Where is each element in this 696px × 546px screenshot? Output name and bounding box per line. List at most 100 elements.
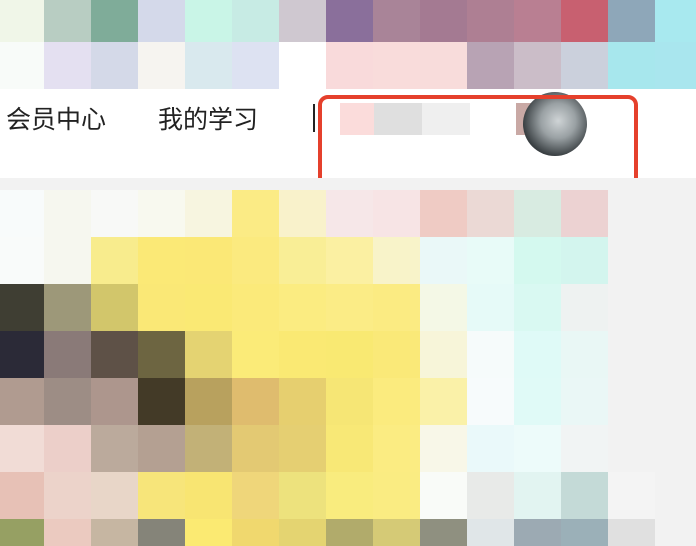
content-tile xyxy=(373,519,420,546)
content-tile xyxy=(232,190,279,237)
content-tile xyxy=(467,237,514,284)
content-tile xyxy=(514,331,561,378)
banner-tile xyxy=(467,0,514,42)
content-tile xyxy=(138,378,185,425)
banner-tile xyxy=(373,42,420,89)
content-tile xyxy=(608,519,655,546)
banner-tile xyxy=(326,0,373,42)
banner-tile xyxy=(655,42,696,89)
nav-divider xyxy=(313,104,315,132)
content-tile xyxy=(44,472,91,519)
banner-tile xyxy=(185,0,232,42)
content-tile xyxy=(514,190,561,237)
content-tile xyxy=(0,331,44,378)
content-tile xyxy=(44,378,91,425)
content-tile xyxy=(91,284,138,331)
content-tile xyxy=(326,284,373,331)
content-tile xyxy=(91,190,138,237)
content-tile xyxy=(91,519,138,546)
content-tile xyxy=(467,519,514,546)
content-tile xyxy=(467,472,514,519)
content-tile xyxy=(608,378,655,425)
content-tile xyxy=(326,519,373,546)
content-tile xyxy=(608,472,655,519)
content-tile xyxy=(0,472,44,519)
banner-tile xyxy=(608,42,655,89)
content-tile xyxy=(326,425,373,472)
content-tile xyxy=(655,284,696,331)
content-tile xyxy=(467,378,514,425)
content-tile xyxy=(420,378,467,425)
banner-tile xyxy=(514,42,561,89)
content-tile xyxy=(91,378,138,425)
content-tile xyxy=(185,472,232,519)
content-tile xyxy=(44,237,91,284)
content-tile xyxy=(326,190,373,237)
content-tile xyxy=(0,237,44,284)
banner-tile xyxy=(326,42,373,89)
banner-tile xyxy=(0,42,44,89)
content-tile xyxy=(514,519,561,546)
content-tile xyxy=(185,425,232,472)
banner-tile xyxy=(91,42,138,89)
banner-tile xyxy=(232,42,279,89)
content-tile xyxy=(232,237,279,284)
content-tile xyxy=(232,331,279,378)
content-tile xyxy=(608,237,655,284)
content-tile xyxy=(561,472,608,519)
content-tile xyxy=(373,237,420,284)
content-tile xyxy=(514,378,561,425)
content-tile xyxy=(561,331,608,378)
content-tile xyxy=(373,378,420,425)
banner-tile xyxy=(561,42,608,89)
banner-tile xyxy=(0,0,44,42)
banner-tile xyxy=(420,42,467,89)
banner-tile xyxy=(655,0,696,42)
content-tile xyxy=(373,190,420,237)
content-tile xyxy=(467,284,514,331)
banner-tile xyxy=(44,42,91,89)
content-tile xyxy=(185,237,232,284)
content-tile xyxy=(279,190,326,237)
banner-tile xyxy=(561,0,608,42)
content-tile xyxy=(279,331,326,378)
blurred-account-block xyxy=(374,103,422,135)
nav-link-member-center[interactable]: 会员中心 xyxy=(6,102,106,138)
content-tile xyxy=(232,284,279,331)
user-avatar[interactable] xyxy=(523,92,587,156)
content-tile xyxy=(326,378,373,425)
content-tile xyxy=(279,284,326,331)
content-tile xyxy=(0,519,44,546)
content-tile xyxy=(608,331,655,378)
content-tile xyxy=(44,284,91,331)
content-tile xyxy=(326,472,373,519)
content-tile xyxy=(655,519,696,546)
content-tile xyxy=(279,237,326,284)
content-tile xyxy=(420,331,467,378)
banner-tile xyxy=(608,0,655,42)
content-tile xyxy=(561,378,608,425)
content-tile xyxy=(608,425,655,472)
content-tile xyxy=(44,425,91,472)
content-tile xyxy=(655,425,696,472)
content-tile xyxy=(279,519,326,546)
content-tile xyxy=(467,425,514,472)
nav-link-my-learning[interactable]: 我的学习 xyxy=(158,102,258,138)
content-tile xyxy=(138,190,185,237)
content-tile xyxy=(232,519,279,546)
banner-tile xyxy=(138,0,185,42)
content-tile xyxy=(514,472,561,519)
content-tile xyxy=(138,472,185,519)
content-tile xyxy=(561,284,608,331)
content-tile xyxy=(373,331,420,378)
content-tile xyxy=(138,237,185,284)
content-tile xyxy=(420,190,467,237)
content-tile xyxy=(0,190,44,237)
content-tile xyxy=(655,378,696,425)
banner-tile xyxy=(467,42,514,89)
blurred-account-block xyxy=(340,103,374,135)
banner-tile xyxy=(185,42,232,89)
content-tile xyxy=(608,284,655,331)
content-tile xyxy=(373,472,420,519)
content-tile xyxy=(91,472,138,519)
